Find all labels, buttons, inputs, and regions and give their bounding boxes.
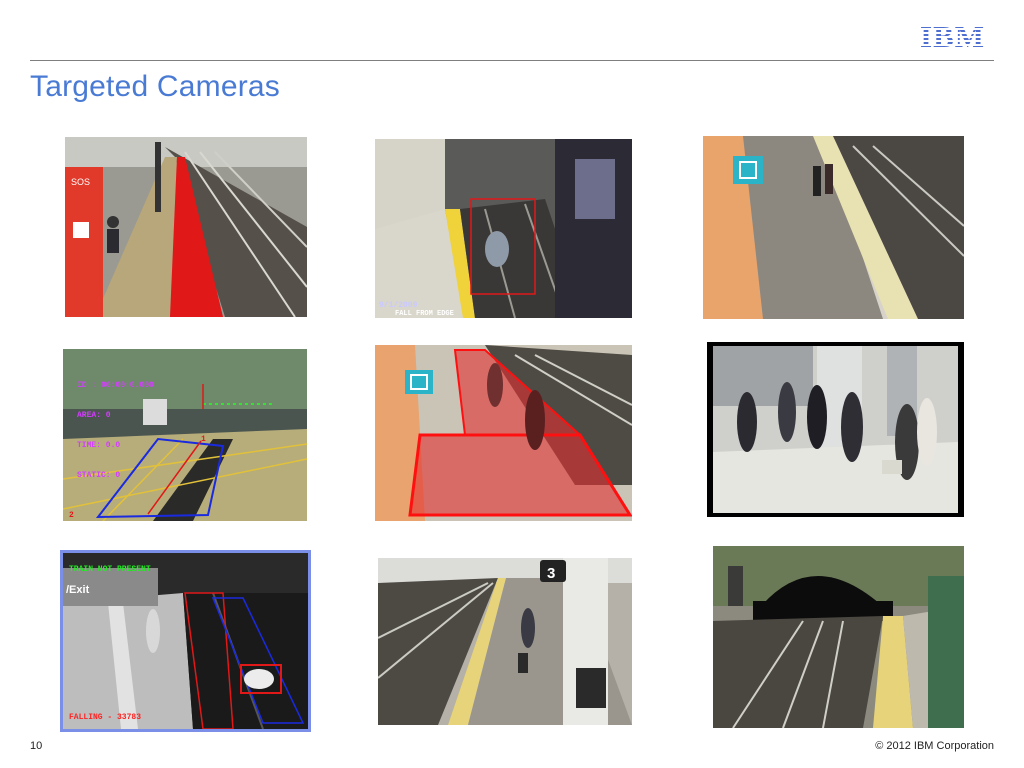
camera-image-5 bbox=[375, 345, 632, 521]
svg-text:FALL FROM EDGE: FALL FROM EDGE bbox=[395, 310, 454, 318]
copyright-notice: © 2012 IBM Corporation bbox=[875, 740, 994, 752]
svg-text:/Exit: /Exit bbox=[66, 584, 90, 596]
svg-text:2: 2 bbox=[69, 511, 74, 520]
header-rule bbox=[30, 60, 994, 61]
camera-image-1: SOS bbox=[65, 137, 307, 317]
status-overlay-top: TRAIN NOT PRESENT bbox=[69, 565, 151, 574]
detection-overlay-text: ID : 00:00:0.000 AREA: 0 TIME: 0.0 STATI… bbox=[77, 381, 154, 480]
alert-overlay-bottom: FALLING - 33783 bbox=[69, 713, 142, 722]
camera-image-3 bbox=[703, 136, 964, 319]
camera-image-7-highlighted: /Exit TRAIN NOT PRESENT FALLING - 33783 bbox=[60, 550, 311, 732]
camera-image-6 bbox=[707, 342, 964, 517]
platform-number-sign: 3 bbox=[547, 565, 555, 582]
camera-image-4: 2 1 ID : 00:00:0.000 AREA: 0 TIME: 0.0 S… bbox=[63, 349, 307, 521]
camera-image-8: 3 bbox=[378, 558, 632, 725]
ibm-logo: IBM bbox=[920, 21, 996, 52]
slide-number: 10 bbox=[30, 740, 43, 752]
sos-sign: SOS bbox=[71, 177, 90, 187]
svg-text:9/1/2009: 9/1/2009 bbox=[379, 301, 418, 310]
slide-title: Targeted Cameras bbox=[30, 70, 280, 103]
camera-image-9 bbox=[713, 546, 964, 728]
svg-text:1: 1 bbox=[201, 435, 206, 444]
camera-image-2: 9/1/2009 FALL FROM EDGE bbox=[375, 139, 632, 318]
